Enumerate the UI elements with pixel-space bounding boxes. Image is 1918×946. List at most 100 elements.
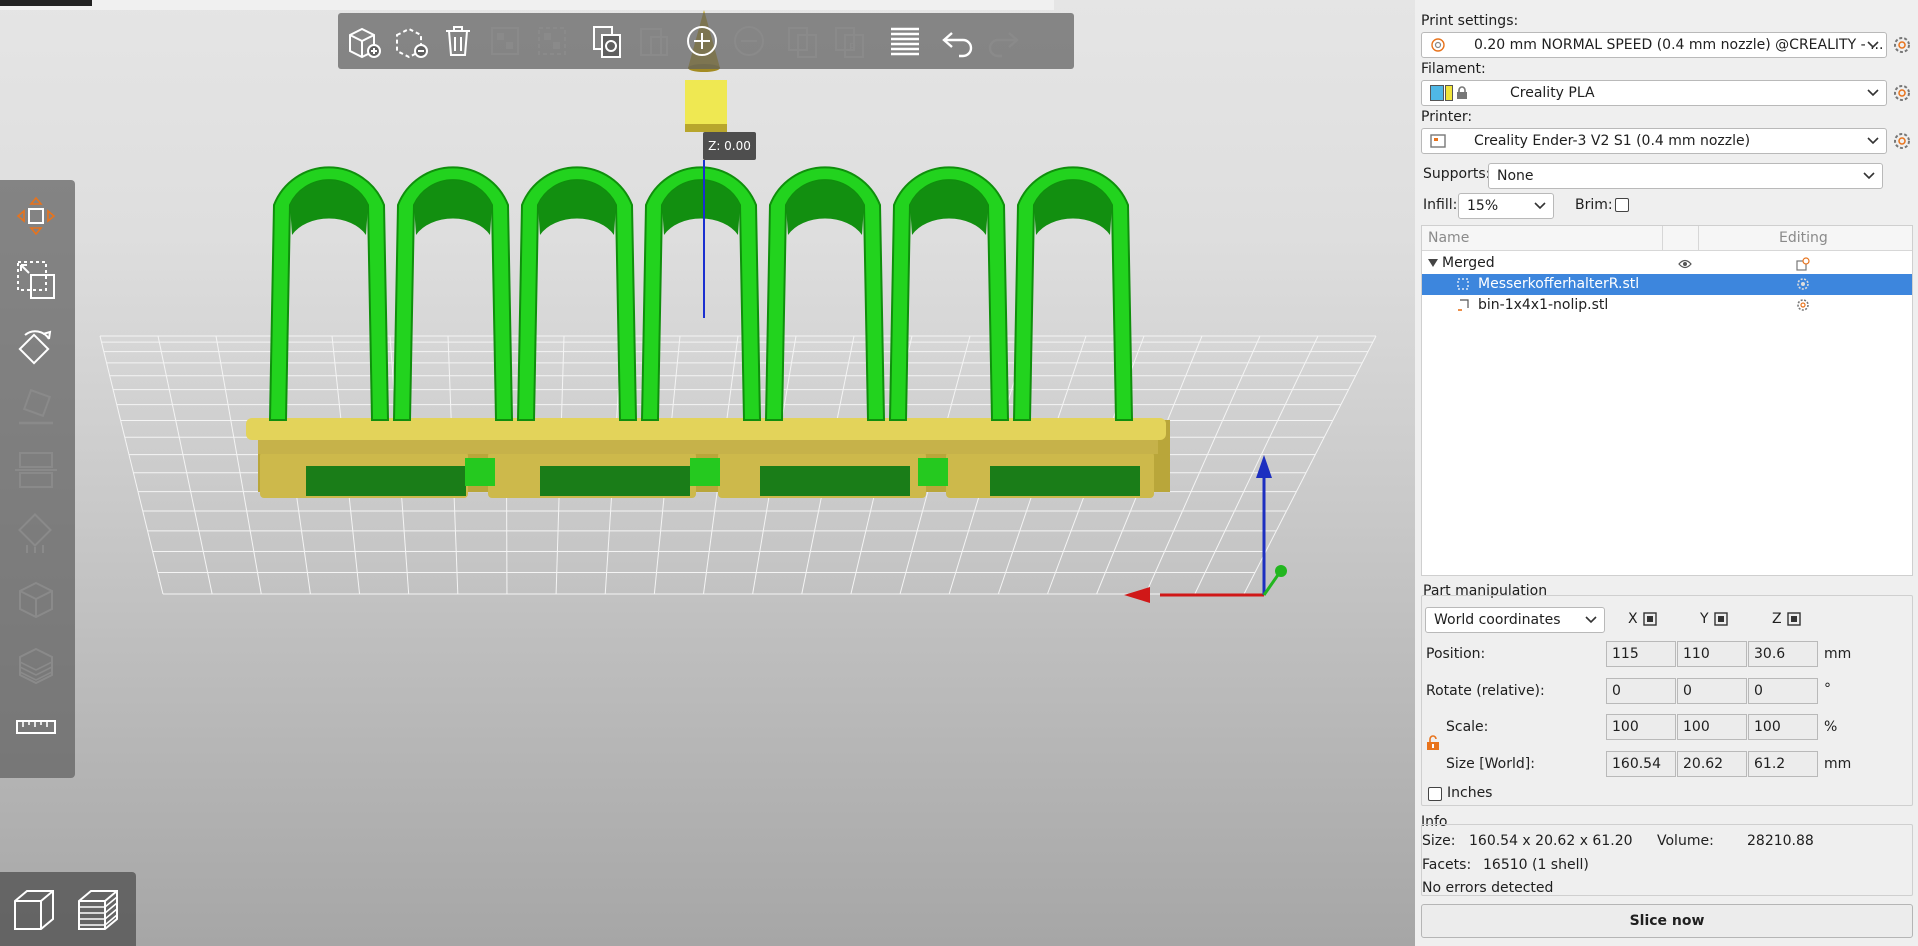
size-label: Size [World]: (1446, 756, 1535, 772)
rotate-label: Rotate (relative): (1426, 683, 1545, 699)
inches-checkbox[interactable] (1428, 787, 1442, 801)
rotate-z-input[interactable]: 0 (1748, 678, 1818, 704)
measure-tool-button[interactable] (8, 700, 64, 756)
slice-now-button[interactable]: Slice now (1421, 904, 1913, 938)
rotate-tool-button[interactable] (8, 318, 64, 374)
add-object-button[interactable] (344, 21, 384, 61)
size-x-input[interactable]: 160.54 (1606, 751, 1676, 777)
chevron-down-icon (1584, 608, 1598, 632)
z-value-tooltip: Z: 0.00 (703, 132, 756, 160)
top-toolbar: P (338, 13, 1074, 69)
arrange-button (485, 21, 525, 61)
eye-icon[interactable] (1678, 259, 1692, 269)
size-y-input[interactable]: 20.62 (1677, 751, 1747, 777)
position-y-input[interactable]: 110 (1677, 641, 1747, 667)
part-settings-icon[interactable] (1796, 298, 1810, 312)
collapse-triangle-icon[interactable] (1428, 259, 1438, 268)
print-settings-gear-icon[interactable] (1893, 36, 1911, 54)
knife-holder-model[interactable] (268, 166, 1134, 421)
copy-button[interactable] (586, 21, 626, 61)
drop-to-bed-x-icon[interactable] (1643, 612, 1657, 626)
unlock-icon[interactable] (1426, 735, 1440, 751)
undo-button[interactable] (938, 21, 978, 61)
object-settings-icon[interactable] (1796, 257, 1810, 271)
delete-all-button[interactable] (438, 21, 478, 61)
print-settings-select[interactable]: 0.20 mm NORMAL SPEED (0.4 mm nozzle) @CR… (1421, 32, 1887, 58)
scale-tool-button[interactable] (8, 252, 64, 308)
printer-gear-icon[interactable] (1893, 132, 1911, 150)
part-icon (1457, 278, 1469, 290)
view-mode-switcher (0, 872, 136, 946)
drop-to-bed-z-icon[interactable] (1787, 612, 1801, 626)
position-x-input[interactable]: 115 (1606, 641, 1676, 667)
3d-view-button[interactable] (6, 882, 62, 938)
prusaslicer-window: P Z: 0.00 Print settings: 0.20 mm NORMAL… (0, 0, 1918, 946)
paste-button (633, 21, 673, 61)
split-objects-button (782, 21, 822, 61)
delete-button[interactable] (391, 21, 431, 61)
move-tool-button[interactable] (8, 188, 64, 244)
object-list[interactable]: Name Editing Merged MesserkofferhalterR.… (1421, 225, 1913, 576)
filament-label: Filament: (1421, 61, 1486, 77)
tree-row-messerkofferhalter[interactable]: MesserkofferhalterR.stl (1422, 274, 1912, 295)
seam-painting-tool-button (8, 572, 64, 628)
add-instance-button[interactable] (682, 21, 722, 61)
axis-y-label: Y (1700, 611, 1709, 627)
infill-value: 15% (1467, 198, 1499, 214)
print-settings-value: 0.20 mm NORMAL SPEED (0.4 mm nozzle) @CR… (1474, 37, 1884, 53)
printer-label: Printer: (1421, 109, 1473, 125)
printer-select[interactable]: Creality Ender-3 V2 S1 (0.4 mm nozzle) (1421, 128, 1887, 154)
rotate-y-input[interactable]: 0 (1677, 678, 1747, 704)
tree-row-label: MesserkofferhalterR.stl (1478, 276, 1640, 292)
chevron-down-icon (1533, 194, 1547, 218)
info-panel: Size: 160.54 x 20.62 x 61.20 Volume: 282… (1421, 824, 1913, 896)
brim-checkbox[interactable] (1615, 198, 1629, 212)
chevron-down-icon (1866, 33, 1880, 57)
gizmo-toolbar (0, 180, 75, 778)
scale-y-input[interactable]: 100 (1677, 714, 1747, 740)
filament-gear-icon[interactable] (1893, 84, 1911, 102)
printer-icon (1430, 134, 1446, 148)
drop-to-bed-y-icon[interactable] (1714, 612, 1728, 626)
scale-x-input[interactable]: 100 (1606, 714, 1676, 740)
filament-value: Creality PLA (1510, 85, 1595, 101)
tree-row-label: Merged (1442, 255, 1495, 271)
supports-label: Supports: (1423, 166, 1491, 182)
col-editing: Editing (1779, 230, 1828, 246)
position-z-input[interactable]: 30.6 (1748, 641, 1818, 667)
3d-viewport[interactable]: P Z: 0.00 (0, 0, 1415, 946)
layers-editing-button[interactable] (885, 21, 925, 61)
size-z-input[interactable]: 61.2 (1748, 751, 1818, 777)
mmu-painting-tool-button (8, 638, 64, 694)
bed-grid-line (157, 335, 213, 595)
info-facets-label: Facets: (1422, 857, 1472, 873)
remove-instance-button (729, 21, 769, 61)
coordinates-select[interactable]: World coordinates (1425, 607, 1605, 633)
preview-button[interactable] (70, 882, 126, 938)
place-on-face-tool-button (8, 380, 64, 436)
part-manipulation-panel: World coordinates X Y Z Position: 115 11… (1421, 595, 1913, 806)
size-unit: mm (1824, 756, 1852, 772)
chevron-down-icon (1866, 129, 1880, 153)
info-status: No errors detected (1422, 880, 1554, 896)
supports-select[interactable]: None (1488, 163, 1883, 189)
axis-x-label: X (1628, 611, 1638, 627)
svg-text:P: P (849, 41, 856, 54)
bin-model[interactable] (246, 418, 1170, 498)
info-volume-label: Volume: (1657, 833, 1714, 849)
part-settings-icon[interactable] (1796, 277, 1810, 291)
info-volume-value: 28210.88 (1747, 833, 1814, 849)
info-size-label: Size: (1422, 833, 1456, 849)
cut-tool-button (8, 442, 64, 498)
tree-row-merged[interactable]: Merged (1422, 253, 1912, 274)
scale-z-input[interactable]: 100 (1748, 714, 1818, 740)
print-profile-icon (1431, 38, 1445, 52)
filament-select[interactable]: Creality PLA (1421, 80, 1887, 106)
tree-row-label: bin-1x4x1-nolip.stl (1478, 297, 1609, 313)
info-facets-value: 16510 (1 shell) (1483, 857, 1589, 873)
rotate-x-input[interactable]: 0 (1606, 678, 1676, 704)
position-unit: mm (1824, 646, 1852, 662)
tree-row-bin[interactable]: bin-1x4x1-nolip.stl (1422, 295, 1912, 316)
infill-select[interactable]: 15% (1458, 193, 1554, 219)
inches-label: Inches (1447, 785, 1493, 801)
